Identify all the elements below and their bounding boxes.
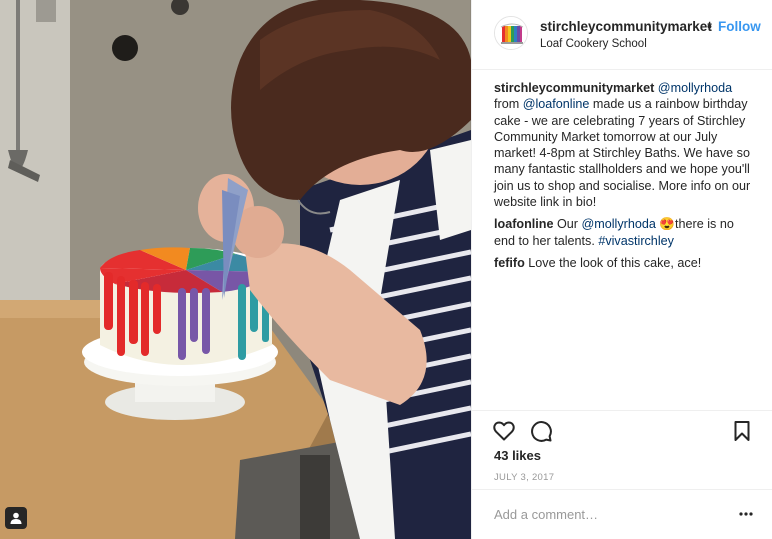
header-separator: • <box>707 18 712 34</box>
comment-text: Our <box>556 217 582 232</box>
bookmark-icon <box>734 421 750 441</box>
header-username[interactable]: stirchleycommunitymarket <box>540 19 712 34</box>
user-tag-icon <box>10 512 22 524</box>
comment-username[interactable]: loafonline <box>494 217 553 231</box>
comment-text: from <box>494 97 523 112</box>
comment-button[interactable] <box>529 419 553 443</box>
likes-count[interactable]: 43 likes <box>494 448 541 463</box>
action-bar <box>472 410 772 448</box>
heart-icon <box>493 421 515 441</box>
comment-text: made us a rainbow birthday cake - we are… <box>494 97 751 210</box>
location-link[interactable]: Loaf Cookery School <box>540 38 647 50</box>
save-button[interactable] <box>730 419 754 443</box>
user-tag-button[interactable] <box>5 507 27 529</box>
comment-bubble-icon <box>531 421 552 442</box>
hashtag-link[interactable]: #vivastirchley <box>598 234 674 248</box>
post-sidebar: stirchleycommunitymarket • Follow Loaf C… <box>471 0 772 539</box>
mention-link[interactable]: @mollyrhoda <box>581 217 655 231</box>
post-date: JULY 3, 2017 <box>494 472 555 483</box>
mention-link[interactable]: @mollyrhoda <box>658 81 732 95</box>
post-header: stirchleycommunitymarket • Follow Loaf C… <box>472 0 772 70</box>
follow-button[interactable]: Follow <box>718 19 761 34</box>
add-comment-bar <box>472 489 772 539</box>
mention-link[interactable]: @loafonline <box>523 97 590 111</box>
comment-text: Love the look of this cake, ace! <box>528 255 702 270</box>
post-photo[interactable] <box>0 0 471 539</box>
more-options-button[interactable] <box>738 506 754 522</box>
photo-illustration <box>0 0 471 539</box>
comment-item: fefifo Love the look of this cake, ace! <box>494 255 756 271</box>
rainbow-logo-icon <box>495 17 527 49</box>
comment-item: loafonline Our @mollyrhoda 😍there is no … <box>494 216 756 249</box>
add-comment-input[interactable] <box>494 504 724 524</box>
comment-item: stirchleycommunitymarket @mollyrhoda fro… <box>494 80 756 210</box>
more-options-icon <box>739 512 753 516</box>
profile-avatar[interactable] <box>494 16 528 50</box>
comment-username[interactable]: stirchleycommunitymarket <box>494 81 654 95</box>
comments-list: stirchleycommunitymarket @mollyrhoda fro… <box>494 80 756 277</box>
like-button[interactable] <box>492 419 516 443</box>
comment-username[interactable]: fefifo <box>494 256 525 270</box>
